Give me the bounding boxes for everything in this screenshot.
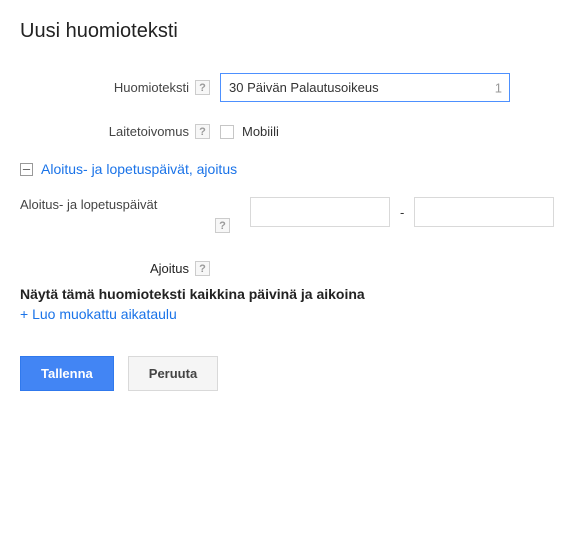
mobiili-checkbox[interactable]: [220, 125, 234, 139]
help-icon[interactable]: ?: [195, 124, 210, 139]
mobiili-label: Mobiili: [242, 124, 279, 139]
date-inputs: -: [250, 197, 554, 227]
section-header: Aloitus- ja lopetuspäivät, ajoitus: [20, 161, 562, 177]
row-dates: Aloitus- ja lopetuspäivät ? -: [20, 197, 562, 233]
label-text: Laitetoivomus: [109, 124, 189, 139]
save-button[interactable]: Tallenna: [20, 356, 114, 391]
row-ajoitus: Ajoitus ?: [20, 261, 562, 276]
help-icon[interactable]: ?: [195, 261, 210, 276]
button-row: Tallenna Peruuta: [20, 356, 562, 391]
section-link[interactable]: Aloitus- ja lopetuspäivät, ajoitus: [41, 161, 237, 177]
label-laitetoivomus: Laitetoivomus ?: [20, 124, 220, 139]
label-text: Ajoitus: [150, 261, 189, 276]
label-dates: Aloitus- ja lopetuspäivät ?: [20, 197, 250, 233]
label-ajoitus: Ajoitus ?: [20, 261, 220, 276]
date-separator: -: [400, 205, 404, 220]
label-text: Huomioteksti: [114, 80, 189, 95]
row-laitetoivomus: Laitetoivomus ? Mobiili: [20, 124, 562, 139]
page-title: Uusi huomioteksti: [20, 20, 562, 43]
row-huomioteksti: Huomioteksti ? 1: [20, 73, 562, 102]
start-date-input[interactable]: [250, 197, 390, 227]
cancel-button[interactable]: Peruuta: [128, 356, 218, 391]
label-huomioteksti: Huomioteksti ?: [20, 80, 220, 95]
collapse-icon[interactable]: [20, 163, 33, 176]
help-icon[interactable]: ?: [195, 80, 210, 95]
schedule-description: Näytä tämä huomioteksti kaikkina päivinä…: [20, 286, 562, 302]
huomioteksti-input[interactable]: [220, 73, 510, 102]
mobiili-checkbox-wrap: Mobiili: [220, 124, 279, 139]
char-counter: 1: [495, 80, 502, 95]
label-text: Aloitus- ja lopetuspäivät: [20, 197, 157, 212]
huomioteksti-input-wrap: 1: [220, 73, 510, 102]
help-icon[interactable]: ?: [215, 218, 230, 233]
create-schedule-link[interactable]: + Luo muokattu aikataulu: [20, 306, 177, 322]
end-date-input[interactable]: [414, 197, 554, 227]
